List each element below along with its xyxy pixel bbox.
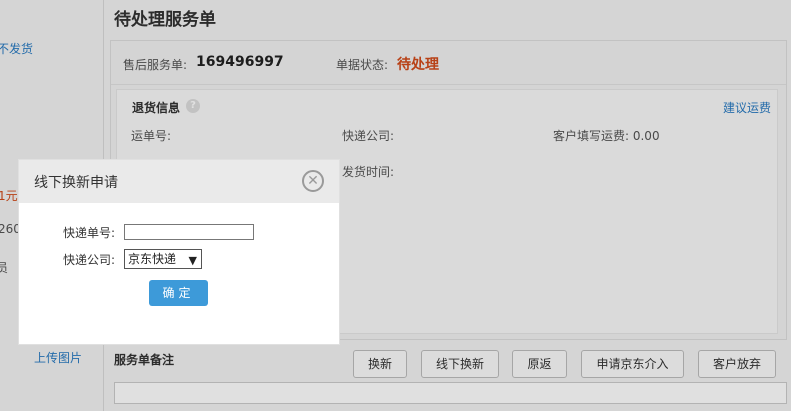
confirm-button[interactable]: 确定 xyxy=(149,280,208,306)
courier-select-value: 京东快递 xyxy=(128,252,177,266)
tracking-number-label: 快递单号: xyxy=(63,226,116,240)
modal-title: 线下换新申请 xyxy=(34,175,118,191)
chevron-down-icon: ▼ xyxy=(188,254,197,267)
close-icon[interactable]: ✕ xyxy=(302,170,324,192)
modal-header: 线下换新申请 ✕ xyxy=(19,160,339,203)
modal-courier-label: 快递公司: xyxy=(63,253,116,267)
tracking-number-input[interactable] xyxy=(124,224,254,240)
courier-select[interactable]: 京东快递 ▼ xyxy=(124,249,202,269)
offline-exchange-modal: 线下换新申请 ✕ 快递单号: 快递公司: 京东快递 ▼ 确定 xyxy=(19,160,339,344)
